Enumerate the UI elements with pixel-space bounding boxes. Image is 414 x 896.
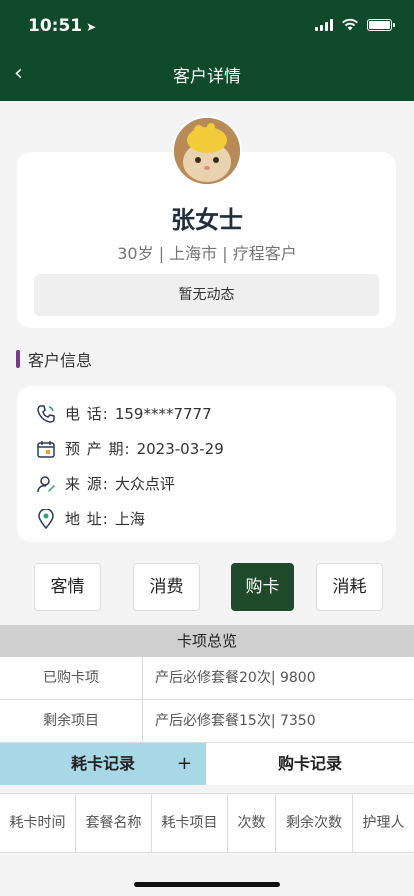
column-header: 剩余次数 xyxy=(276,794,353,852)
records-table-header: 耗卡时间 套餐名称 耗卡项目 次数 剩余次数 护理人 xyxy=(0,793,414,853)
column-header: 护理人 xyxy=(362,815,405,831)
source-icon xyxy=(35,473,57,495)
tab-customer-situation-button[interactable]: 客情 xyxy=(34,563,101,611)
status-icons xyxy=(315,18,395,31)
address-value: 上海 xyxy=(114,510,145,528)
section-bar xyxy=(16,350,20,368)
info-row-phone: 电 话: 159****7777 xyxy=(35,396,378,431)
section-title: 客户信息 xyxy=(16,348,92,370)
tab-usage-records-label: 耗卡记录 xyxy=(70,754,135,773)
info-card: 电 话: 159****7777 预 产 期: 2023-03-29 来 源: … xyxy=(17,386,396,542)
tab-usage-button[interactable]: 消耗 xyxy=(316,563,383,611)
remaining-label: 剩余项目 xyxy=(0,700,143,742)
info-row-source: 来 源: 大众点评 xyxy=(35,466,378,501)
calendar-icon xyxy=(35,438,57,460)
tab-purchase-records[interactable]: 购卡记录 xyxy=(206,743,414,785)
customer-meta: 30岁 | 上海市 | 疗程客户 xyxy=(117,244,297,263)
column-header: 次数 xyxy=(228,794,276,852)
section-title-text: 客户信息 xyxy=(28,351,93,370)
add-record-button[interactable]: + xyxy=(177,743,192,785)
card-overview-table: 卡项总览 已购卡项 产后必修套餐20次| 9800 剩余项目 产后必修套餐15次… xyxy=(0,625,414,743)
due-date-value: 2023-03-29 xyxy=(136,439,224,458)
column-header: 套餐名称 xyxy=(76,794,152,852)
phone-value[interactable]: 159****7777 xyxy=(115,405,212,423)
status-time: 10:51 ➤ xyxy=(28,16,96,36)
table-row: 剩余项目 产后必修套餐15次| 7350 xyxy=(0,700,414,743)
phone-icon xyxy=(35,403,57,425)
avatar xyxy=(172,116,242,186)
remaining-value: 产后必修套餐15次| 7350 xyxy=(155,713,316,729)
record-tabs: 耗卡记录 + 购卡记录 xyxy=(0,743,414,785)
column-header: 耗卡项目 xyxy=(152,794,228,852)
location-pin-icon xyxy=(35,508,57,530)
battery-icon xyxy=(367,18,395,31)
source-value: 大众点评 xyxy=(114,475,175,493)
due-date-label: 预 产 期: xyxy=(65,440,131,458)
home-indicator xyxy=(134,882,280,887)
purchased-value: 产后必修套餐20次| 9800 xyxy=(155,670,316,686)
tab-consumption-button[interactable]: 消费 xyxy=(133,563,200,611)
page-title: 客户详情 xyxy=(173,67,241,87)
phone-label: 电 话: xyxy=(65,405,109,423)
wifi-icon xyxy=(342,18,358,31)
cat-avatar-icon xyxy=(174,118,240,184)
header-bar: 10:51 ➤ ‹ 客户详情 xyxy=(0,0,414,101)
customer-name: 张女士 xyxy=(171,206,243,234)
column-header: 耗卡时间 xyxy=(0,794,76,852)
info-row-due-date: 预 产 期: 2023-03-29 xyxy=(35,431,378,466)
action-buttons: 客情 消费 购卡 消耗 xyxy=(0,563,414,611)
tab-buy-card-button[interactable]: 购卡 xyxy=(231,563,294,611)
source-label: 来 源: xyxy=(65,475,109,493)
dynamic-status: 暂无动态 xyxy=(34,274,379,316)
signal-icon xyxy=(315,18,333,31)
location-arrow-icon: ➤ xyxy=(86,20,97,34)
overview-title: 卡项总览 xyxy=(0,625,414,657)
tab-usage-records[interactable]: 耗卡记录 + xyxy=(0,743,206,785)
address-label: 地 址: xyxy=(65,510,109,528)
purchased-label: 已购卡项 xyxy=(0,657,143,699)
info-row-address: 地 址: 上海 xyxy=(35,501,378,536)
table-row: 已购卡项 产后必修套餐20次| 9800 xyxy=(0,657,414,700)
status-time-text: 10:51 xyxy=(28,16,83,36)
